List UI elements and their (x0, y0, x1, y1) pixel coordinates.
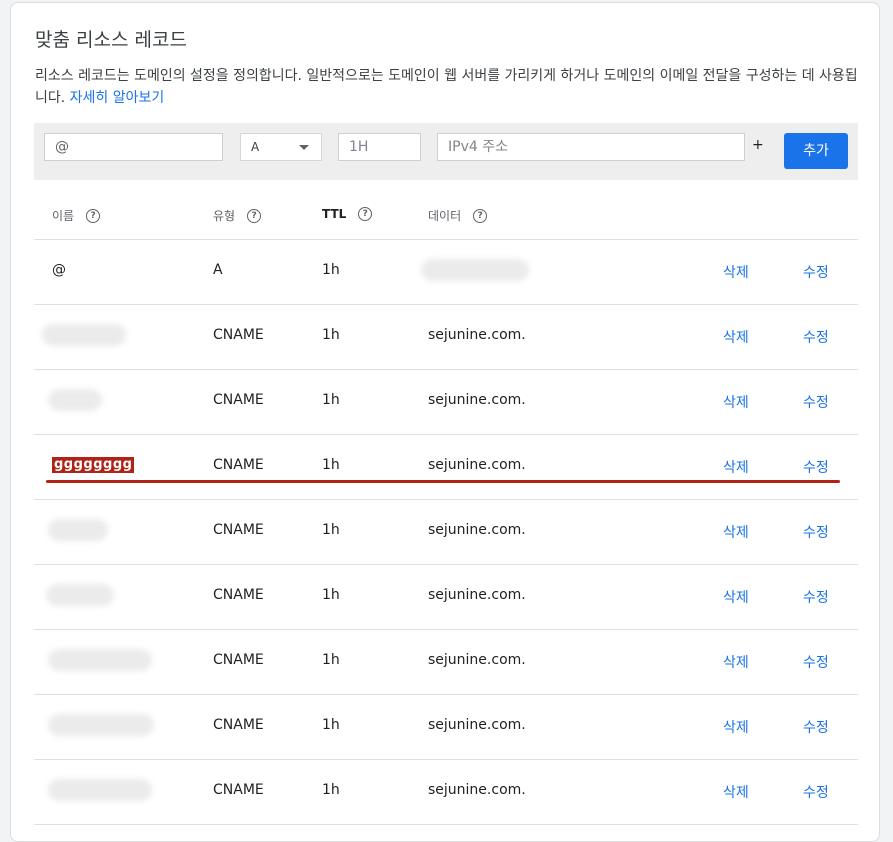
delete-link[interactable]: 삭제 (723, 392, 749, 412)
learn-more-link[interactable]: 자세히 알아보기 (70, 90, 165, 106)
table-row: CNAME 1h sejunine.com. 삭제 수정 (34, 565, 858, 630)
help-icon[interactable]: ? (247, 208, 262, 223)
redacted-name (42, 324, 126, 346)
table-row: CNAME 1h sejunine.com. 삭제 수정 (34, 630, 858, 695)
redacted-name (48, 714, 154, 736)
delete-link[interactable]: 삭제 (723, 327, 749, 347)
new-record-form: @ A 1H IPv4 주소 + 추가 (34, 123, 858, 180)
redacted-name (48, 389, 102, 411)
delete-link[interactable]: 삭제 (723, 652, 749, 672)
edit-link[interactable]: 수정 (803, 262, 829, 282)
delete-link[interactable]: 삭제 (723, 457, 749, 477)
table-row: @ A 1h 삭제 수정 (34, 240, 858, 305)
record-ttl: 1h (322, 522, 340, 538)
edit-link[interactable]: 수정 (803, 327, 829, 347)
table-row: CNAME 1h sejunine.com. 삭제 수정 (34, 500, 858, 565)
redacted-data (421, 259, 529, 281)
edit-link[interactable]: 수정 (803, 522, 829, 542)
table-row: CNAME 1h sejunine.com. 삭제 수정 (34, 695, 858, 760)
redacted-name (48, 519, 108, 541)
custom-records-card: 맞춤 리소스 레코드 리소스 레코드는 도메인의 설정을 정의합니다. 일반적으… (10, 2, 880, 842)
section-description: 리소스 레코드는 도메인의 설정을 정의합니다. 일반적으로는 도메인이 웹 서… (35, 65, 865, 109)
table-row: CNAME 1h sejunine.com. 삭제 수정 (34, 370, 858, 435)
record-ttl: 1h (322, 782, 340, 798)
add-button[interactable]: 추가 (784, 133, 848, 169)
redacted-name (48, 649, 152, 671)
record-type: A (213, 262, 223, 278)
edit-link[interactable]: 수정 (803, 392, 829, 412)
record-name: @ (52, 262, 66, 278)
record-ttl: 1h (322, 327, 340, 343)
record-data: sejunine.com. (428, 327, 526, 343)
record-ttl: 1h (322, 652, 340, 668)
help-icon[interactable]: ? (86, 208, 101, 223)
record-data: sejunine.com. (428, 587, 526, 603)
table-row: CNAME 1h sejunine.com. 삭제 수정 (34, 760, 858, 825)
column-type: 유형 ? (213, 207, 262, 224)
record-type: CNAME (213, 652, 264, 668)
table-row: CNAME 1h sejunine.com. 삭제 수정 (34, 305, 858, 370)
redacted-name (48, 779, 152, 801)
table-header: 이름 ? 유형 ? TTL ? 데이터 ? (34, 199, 858, 240)
column-ttl: TTL ? (322, 207, 373, 221)
delete-link[interactable]: 삭제 (723, 717, 749, 737)
record-data: sejunine.com. (428, 522, 526, 538)
edit-link[interactable]: 수정 (803, 782, 829, 802)
column-data-label: 데이터 (428, 209, 462, 223)
record-type: CNAME (213, 587, 264, 603)
record-type: CNAME (213, 457, 264, 473)
record-data: sejunine.com. (428, 457, 526, 473)
record-data: sejunine.com. (428, 782, 526, 798)
chevron-down-icon (299, 145, 309, 150)
help-icon[interactable]: ? (473, 208, 488, 223)
record-type: CNAME (213, 782, 264, 798)
record-type: CNAME (213, 392, 264, 408)
record-name: gggggggg (52, 457, 135, 473)
delete-link[interactable]: 삭제 (723, 262, 749, 282)
edit-link[interactable]: 수정 (803, 652, 829, 672)
record-ttl: 1h (322, 587, 340, 603)
add-data-plus-icon[interactable]: + (752, 137, 764, 153)
edit-link[interactable]: 수정 (803, 457, 829, 477)
record-data: sejunine.com. (428, 717, 526, 733)
name-input[interactable]: @ (44, 133, 223, 161)
column-type-label: 유형 (213, 209, 236, 223)
type-select-value: A (251, 140, 260, 154)
section-title: 맞춤 리소스 레코드 (35, 29, 187, 51)
help-icon[interactable]: ? (358, 207, 373, 221)
table-row: gggggggg CNAME 1h sejunine.com. 삭제 수정 (34, 435, 858, 500)
column-data: 데이터 ? (428, 207, 488, 224)
column-name: 이름 ? (52, 207, 101, 224)
record-type: CNAME (213, 327, 264, 343)
edit-link[interactable]: 수정 (803, 717, 829, 737)
column-ttl-label: TTL (322, 207, 347, 221)
record-data: sejunine.com. (428, 652, 526, 668)
record-type: CNAME (213, 717, 264, 733)
column-name-label: 이름 (52, 209, 75, 223)
delete-link[interactable]: 삭제 (723, 522, 749, 542)
edit-link[interactable]: 수정 (803, 587, 829, 607)
record-ttl: 1h (322, 392, 340, 408)
ttl-input[interactable]: 1H (338, 133, 421, 161)
delete-link[interactable]: 삭제 (723, 782, 749, 802)
highlight-underline (46, 480, 840, 483)
data-input[interactable]: IPv4 주소 (437, 133, 745, 161)
record-data: sejunine.com. (428, 392, 526, 408)
type-select[interactable]: A (240, 133, 322, 161)
redacted-name (46, 584, 114, 606)
record-ttl: 1h (322, 717, 340, 733)
record-ttl: 1h (322, 262, 340, 278)
record-type: CNAME (213, 522, 264, 538)
record-ttl: 1h (322, 457, 340, 473)
delete-link[interactable]: 삭제 (723, 587, 749, 607)
